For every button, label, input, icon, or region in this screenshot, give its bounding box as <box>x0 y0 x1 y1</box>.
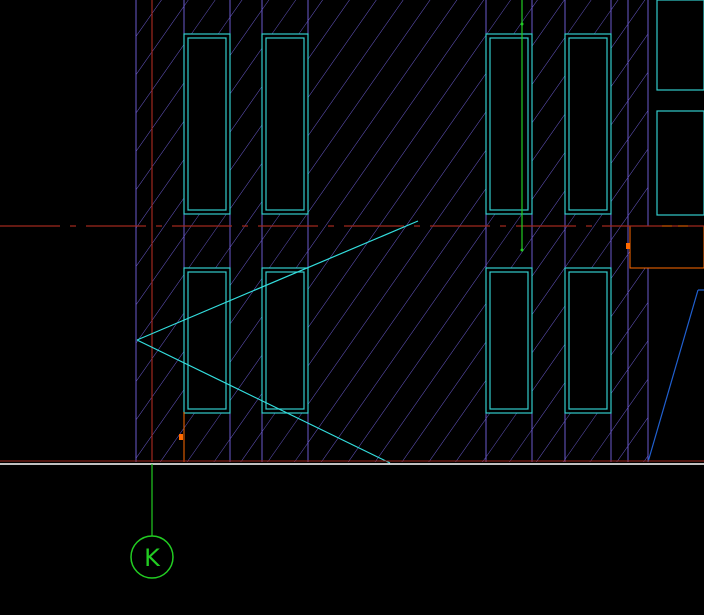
window-lower-1 <box>183 267 231 414</box>
roof-slope-line <box>647 289 699 463</box>
window-lower-2 <box>261 267 309 414</box>
right-ledge <box>629 225 704 269</box>
window-upper-2 <box>261 33 309 215</box>
grid-bubble-label: K <box>144 544 161 572</box>
right-panels <box>656 0 704 216</box>
window-upper-4 <box>564 33 612 215</box>
window-lower-3 <box>485 267 533 414</box>
cad-drawing-canvas[interactable]: K <box>0 0 704 615</box>
window-upper-3 <box>485 33 533 215</box>
window-lower-4 <box>564 267 612 414</box>
window-upper-1 <box>183 33 231 215</box>
grid-bubble-icon[interactable]: K <box>130 535 174 579</box>
